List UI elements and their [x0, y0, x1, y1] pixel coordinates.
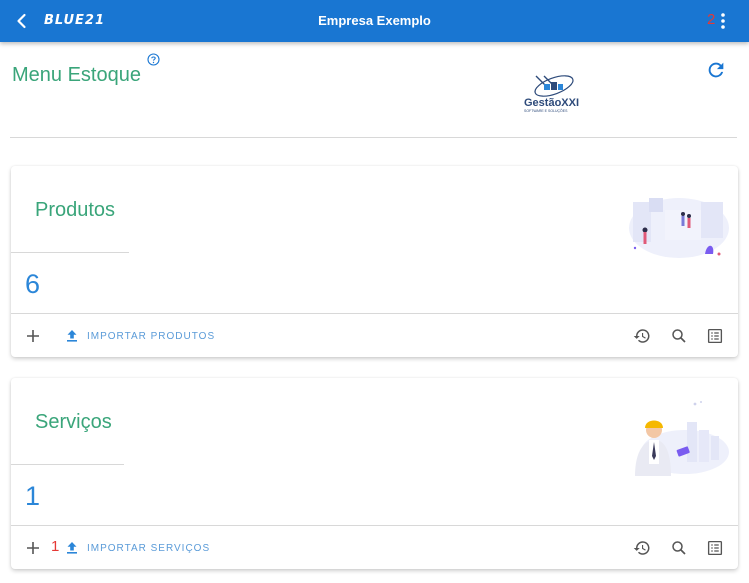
company-logo: GestãoXXI SOFTWARE E SOLUÇÕES	[524, 75, 579, 113]
refresh-icon[interactable]	[705, 59, 727, 81]
import-services-button[interactable]: IMPORTAR SERVIÇOS	[65, 539, 210, 557]
title-separator	[11, 252, 129, 253]
import-badge: 1	[51, 538, 60, 555]
kebab-menu-icon[interactable]	[718, 12, 728, 30]
add-icon[interactable]	[25, 328, 41, 344]
upload-icon	[67, 542, 77, 554]
service-count: 1	[25, 481, 41, 511]
list-icon[interactable]	[706, 539, 724, 557]
company-name: Empresa Exemplo	[318, 13, 431, 28]
search-icon[interactable]	[670, 539, 688, 557]
import-products-label: IMPORTAR PRODUTOS	[87, 330, 216, 342]
warehouse-illustration	[629, 198, 729, 258]
products-card: Produtos 6 IMPORTAR PRODUTOS	[11, 166, 738, 357]
import-services-label: IMPORTAR SERVIÇOS	[87, 542, 211, 554]
import-products-button[interactable]: IMPORTAR PRODUTOS	[65, 327, 215, 345]
logo-tagline: SOFTWARE E SOLUÇÕES	[524, 108, 568, 113]
notification-badge: 2	[707, 11, 716, 28]
history-icon[interactable]	[633, 327, 651, 345]
page-title: Menu Estoque	[12, 64, 141, 86]
card-footer-divider	[11, 525, 738, 526]
card-title: Produtos	[35, 199, 116, 221]
card-title: Serviços	[35, 411, 112, 433]
add-icon[interactable]	[25, 540, 41, 556]
services-card: Serviços 1 1 IMPORTAR SERVIÇOS	[11, 378, 738, 569]
help-circle-icon[interactable]	[147, 53, 160, 66]
top-app-bar: BLUE21 Empresa Exemplo 2	[0, 0, 749, 42]
header-divider	[10, 137, 737, 138]
title-separator	[11, 464, 124, 465]
list-icon[interactable]	[706, 327, 724, 345]
upload-icon	[67, 330, 77, 342]
logo-text: GestãoXXI	[524, 97, 579, 109]
search-icon[interactable]	[670, 327, 688, 345]
engineer-illustration	[635, 401, 729, 476]
history-icon[interactable]	[633, 539, 651, 557]
card-footer-divider	[11, 313, 738, 314]
product-count: 6	[25, 269, 41, 299]
